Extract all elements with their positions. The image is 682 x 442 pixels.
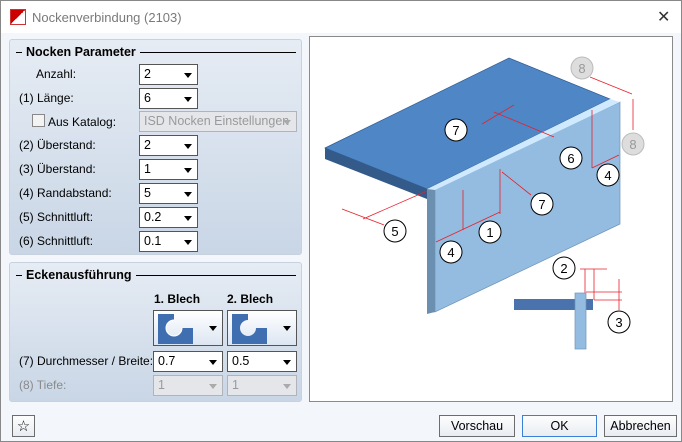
callout-label: 6	[567, 151, 574, 166]
schnittluft6-label: (6) Schnittluft:	[19, 234, 94, 248]
chevron-down-icon	[283, 326, 291, 331]
chevron-down-icon	[209, 360, 217, 365]
chevron-down-icon	[283, 384, 291, 389]
katalog-combo: ISD Nocken Einstellungen	[139, 111, 297, 132]
favorites-button[interactable]: ☆	[12, 415, 35, 437]
laenge-label: (1) Länge:	[19, 91, 74, 105]
round-notch-icon	[158, 314, 193, 344]
anzahl-label: Anzahl:	[36, 67, 77, 81]
corner-type-combo-1[interactable]	[153, 310, 223, 346]
schnittluft5-label: (5) Schnittluft:	[19, 210, 94, 224]
callout-label: 4	[447, 245, 454, 260]
tiefe2-combo: 1	[227, 375, 297, 396]
window-title: Nockenverbindung (2103)	[32, 10, 182, 25]
chevron-down-icon	[184, 73, 192, 78]
durchmesser-label: (7) Durchmesser / Breite:	[19, 354, 154, 368]
chevron-down-icon	[209, 326, 217, 331]
randabstand-label: (4) Randabstand:	[19, 186, 112, 200]
preview-diagram: 8 7 8 6 4 7 5 1 4 2 3	[309, 36, 673, 402]
callout-label: 2	[560, 261, 567, 276]
tiefe1-combo: 1	[153, 375, 223, 396]
title-bar: Nockenverbindung (2103) ✕	[1, 1, 681, 33]
ueberstand3-combo[interactable]: 1	[139, 159, 198, 180]
callout-label: 5	[391, 224, 398, 239]
callout-label: 1	[486, 225, 493, 240]
schnittluft6-combo[interactable]: 0.1	[139, 231, 198, 252]
section-vertical-plate	[574, 292, 587, 350]
durchmesser2-combo[interactable]: 0.5	[227, 351, 297, 372]
preview-button[interactable]: Vorschau	[439, 415, 515, 437]
ueberstand3-label: (3) Überstand:	[19, 162, 96, 176]
chevron-down-icon	[184, 240, 192, 245]
chevron-down-icon	[184, 192, 192, 197]
callout-label: 8	[578, 61, 585, 76]
dialog-window: Nockenverbindung (2103) ✕ Nocken Paramet…	[0, 0, 682, 442]
chevron-down-icon	[184, 144, 192, 149]
corner-type-combo-2[interactable]	[227, 310, 297, 346]
app-icon	[10, 9, 26, 25]
group-title: Eckenausführung	[26, 268, 132, 282]
chevron-down-icon	[209, 384, 217, 389]
star-icon: ☆	[16, 418, 31, 435]
ueberstand2-label: (2) Überstand:	[19, 138, 96, 152]
ok-button[interactable]: OK	[522, 415, 597, 437]
laenge-combo[interactable]: 6	[139, 88, 198, 109]
ueberstand2-combo[interactable]: 2	[139, 135, 198, 156]
chevron-down-icon	[283, 360, 291, 365]
schnittluft5-combo[interactable]: 0.2	[139, 207, 198, 228]
close-icon[interactable]: ✕	[657, 7, 670, 27]
randabstand-combo[interactable]: 5	[139, 183, 198, 204]
callout-label: 7	[452, 123, 459, 138]
callout-label: 7	[538, 197, 545, 212]
round-notch-icon	[232, 314, 267, 344]
cancel-button[interactable]: Abbrechen	[604, 415, 677, 437]
callout-label: 8	[629, 137, 636, 152]
anzahl-combo[interactable]: 2	[139, 64, 198, 85]
chevron-down-icon	[184, 168, 192, 173]
chevron-down-icon	[184, 97, 192, 102]
wall-edge	[427, 187, 435, 314]
aus-katalog-checkbox[interactable]	[32, 114, 45, 127]
group-title: Nocken Parameter	[26, 45, 136, 59]
chevron-down-icon	[184, 216, 192, 221]
chevron-down-icon	[283, 120, 291, 125]
tiefe-label: (8) Tiefe:	[19, 378, 67, 392]
aus-katalog-label: Aus Katalog:	[48, 115, 117, 129]
nocken-diagram: 8 7 8 6 4 7 5 1 4 2 3	[324, 56, 645, 350]
blech2-header: 2. Blech	[227, 292, 274, 306]
durchmesser1-combo[interactable]: 0.7	[153, 351, 223, 372]
callout-label: 4	[604, 168, 611, 183]
callout-label: 3	[615, 315, 622, 330]
blech1-header: 1. Blech	[154, 292, 201, 306]
